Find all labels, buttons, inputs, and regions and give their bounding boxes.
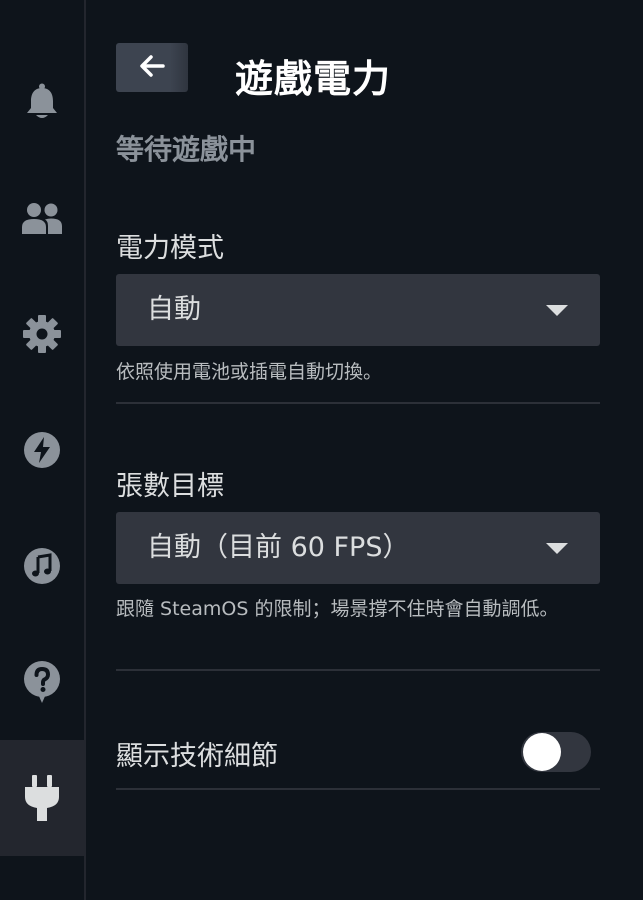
sidebar-item-music[interactable] — [0, 508, 84, 624]
frame-target-dropdown[interactable]: 自動（目前 60 FPS） — [116, 512, 600, 584]
page-title: 遊戲電力 — [235, 57, 392, 101]
back-button[interactable] — [116, 43, 188, 92]
friends-icon — [22, 202, 62, 234]
help-icon — [23, 661, 61, 703]
technical-details-label: 顯示技術細節 — [116, 741, 278, 772]
music-icon — [23, 547, 61, 585]
toggle-knob — [523, 733, 561, 771]
sidebar-item-power[interactable] — [0, 740, 84, 856]
divider — [116, 788, 600, 790]
divider — [116, 402, 600, 404]
bell-icon — [24, 83, 60, 121]
frame-target-label: 張數目標 — [116, 471, 224, 502]
quick-access-panel: 遊戲電力 等待遊戲中 電力模式 自動 依照使用電池或插電自動切換。 張數目標 自… — [0, 0, 643, 900]
power-mode-value: 自動 — [147, 294, 201, 325]
gear-icon — [23, 315, 61, 353]
lightning-icon — [23, 431, 61, 469]
frame-target-description: 跟隨 SteamOS 的限制；場景撐不住時會自動調低。 — [116, 598, 559, 620]
game-status-text: 等待遊戲中 — [116, 133, 257, 166]
sidebar-item-help[interactable] — [0, 624, 84, 740]
power-mode-dropdown[interactable]: 自動 — [116, 274, 600, 346]
sidebar-item-friends[interactable] — [0, 160, 84, 276]
arrow-left-icon — [139, 54, 165, 81]
quick-access-sidebar — [0, 0, 86, 900]
power-mode-description: 依照使用電池或插電自動切換。 — [116, 361, 383, 383]
sidebar-item-settings[interactable] — [0, 276, 84, 392]
divider — [116, 669, 600, 671]
chevron-down-icon — [546, 543, 568, 554]
technical-details-toggle[interactable] — [521, 732, 591, 772]
chevron-down-icon — [546, 305, 568, 316]
frame-target-value: 自動（目前 60 FPS） — [147, 532, 410, 563]
power-plug-icon — [25, 775, 59, 821]
sidebar-item-performance[interactable] — [0, 392, 84, 508]
power-mode-label: 電力模式 — [116, 233, 224, 264]
sidebar-item-notifications[interactable] — [0, 44, 84, 160]
